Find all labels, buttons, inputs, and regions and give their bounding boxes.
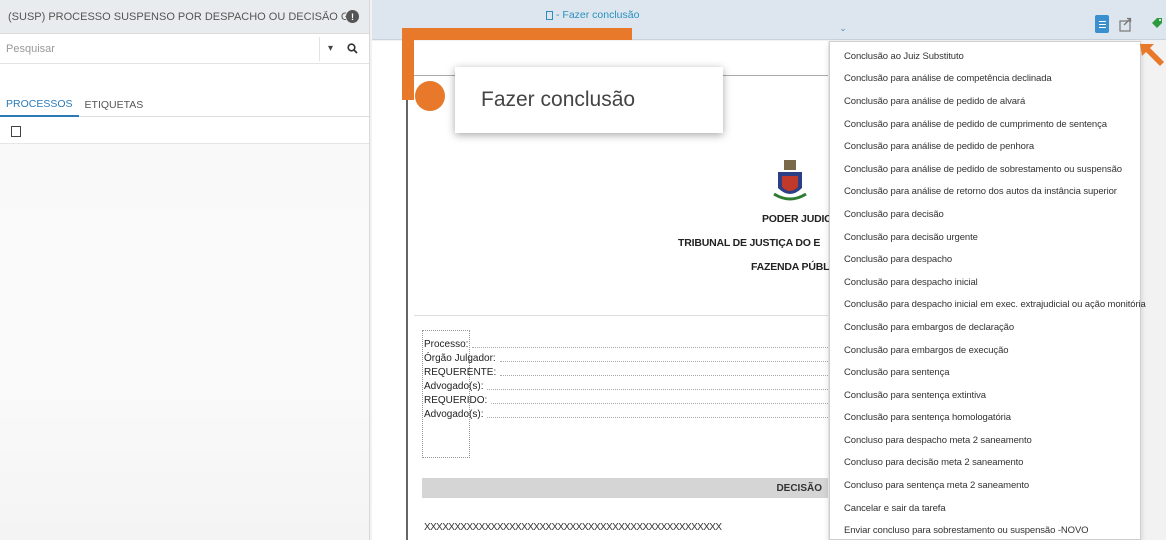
menu-item[interactable]: Conclusão para análise de retorno dos au… bbox=[830, 181, 1140, 204]
field-label: Processo: bbox=[424, 339, 469, 350]
callout-text: Fazer conclusão bbox=[481, 88, 636, 111]
process-fields: Processo: Órgão Julgador: REQUERENTE: Ad… bbox=[424, 336, 828, 420]
callout-dot bbox=[415, 81, 445, 111]
document-icon bbox=[546, 10, 553, 20]
field-label: REQUERENTE: bbox=[424, 367, 497, 378]
task-label-text: - Fazer conclusão bbox=[556, 9, 640, 21]
left-panel: (SUSP) PROCESSO SUSPENSO POR DESPACHO OU… bbox=[0, 0, 370, 540]
doc-header-line-2: TRIBUNAL DE JUSTIÇA DO E bbox=[678, 237, 821, 249]
field-row: REQUERIDO: bbox=[424, 392, 828, 406]
document-icon bbox=[1098, 23, 1106, 25]
menu-item[interactable]: Concluso para despacho meta 2 saneamento bbox=[830, 429, 1140, 452]
menu-item[interactable]: Conclusão para análise de pedido de sobr… bbox=[830, 158, 1140, 181]
tab-processos[interactable]: PROCESSOS bbox=[0, 93, 79, 117]
document-page bbox=[406, 75, 828, 540]
process-list bbox=[0, 143, 369, 540]
menu-item[interactable]: Conclusão para análise de pedido de cump… bbox=[830, 113, 1140, 136]
menu-item[interactable]: Conclusão para despacho inicial bbox=[830, 271, 1140, 294]
field-row: Advogado(s): bbox=[424, 406, 828, 420]
task-list-header: (SUSP) PROCESSO SUSPENSO POR DESPACHO OU… bbox=[0, 0, 369, 34]
document-view-button[interactable] bbox=[1095, 15, 1109, 33]
task-list-title: (SUSP) PROCESSO SUSPENSO POR DESPACHO OU… bbox=[8, 10, 346, 23]
search-icon[interactable] bbox=[341, 37, 363, 61]
transitions-dropdown-button[interactable]: ⌄ bbox=[832, 8, 854, 34]
menu-item[interactable]: Conclusão para despacho bbox=[830, 248, 1140, 271]
menu-item[interactable]: Conclusão para sentença homologatória bbox=[830, 407, 1140, 430]
menu-item[interactable]: Conclusão para despacho inicial em exec.… bbox=[830, 294, 1146, 317]
share-icon bbox=[1119, 17, 1132, 32]
menu-item[interactable]: Conclusão para sentença bbox=[830, 361, 1140, 384]
transitions-menu: Conclusão ao Juiz Substituto Conclusão pa… bbox=[829, 41, 1146, 540]
tab-etiquetas[interactable]: ETIQUETAS bbox=[79, 93, 150, 117]
search-row: ▾ bbox=[0, 34, 369, 64]
callout-label: Fazer conclusão bbox=[455, 67, 723, 133]
menu-item[interactable]: Conclusão ao Juiz Substituto bbox=[830, 45, 1140, 68]
share-button[interactable] bbox=[1118, 15, 1134, 33]
menu-item[interactable]: Conclusão para embargos de declaração bbox=[830, 316, 1140, 339]
document-body-text: XXXXXXXXXXXXXXXXXXXXXXXXXXXXXXXXXXXXXXXX… bbox=[424, 522, 722, 533]
callout-connector bbox=[402, 28, 632, 40]
menu-item[interactable]: Conclusão para decisão urgente bbox=[830, 226, 1140, 249]
current-task-label: - Fazer conclusão bbox=[546, 9, 639, 21]
field-label: Advogado(s): bbox=[424, 381, 484, 392]
menu-item[interactable]: Cancelar e sair da tarefa bbox=[830, 497, 1140, 520]
field-row: Advogado(s): bbox=[424, 378, 828, 392]
divider bbox=[414, 315, 828, 316]
field-label: Advogado(s): bbox=[424, 409, 484, 420]
pointer-arrow-icon bbox=[1140, 44, 1164, 66]
field-row: Órgão Julgador: bbox=[424, 350, 828, 364]
menu-item[interactable]: Enviar concluso para sobrestamento ou su… bbox=[830, 519, 1140, 540]
menu-item[interactable]: Conclusão para decisão bbox=[830, 203, 1140, 226]
select-all-checkbox[interactable] bbox=[11, 126, 21, 137]
menu-item[interactable]: Conclusão para análise de competência de… bbox=[830, 68, 1140, 91]
menu-item[interactable]: Conclusão para sentença extintiva bbox=[830, 384, 1140, 407]
tab-bar: PROCESSOS ETIQUETAS bbox=[0, 93, 369, 117]
chevron-down-icon[interactable]: ▾ bbox=[319, 36, 341, 61]
menu-item[interactable]: Conclusão para análise de pedido de alva… bbox=[830, 90, 1140, 113]
coat-of-arms-icon bbox=[773, 160, 807, 201]
field-row: REQUERENTE: bbox=[424, 364, 828, 378]
field-row: Processo: bbox=[424, 336, 828, 350]
search-input[interactable] bbox=[4, 36, 319, 61]
tag-icon[interactable] bbox=[1151, 14, 1165, 32]
menu-item[interactable]: Conclusão para embargos de execução bbox=[830, 339, 1140, 362]
field-label: Órgão Julgador: bbox=[424, 353, 496, 364]
menu-item[interactable]: Concluso para decisão meta 2 saneamento bbox=[830, 452, 1140, 475]
section-title-bar: DECISÃO bbox=[422, 478, 828, 498]
callout-connector bbox=[402, 28, 414, 100]
menu-item[interactable]: Conclusão para análise de pedido de penh… bbox=[830, 135, 1140, 158]
field-label: REQUERIDO: bbox=[424, 395, 488, 406]
section-title: DECISÃO bbox=[776, 482, 822, 494]
info-icon[interactable]: ! bbox=[346, 10, 359, 23]
menu-item[interactable]: Concluso para sentença meta 2 saneamento bbox=[830, 474, 1140, 497]
